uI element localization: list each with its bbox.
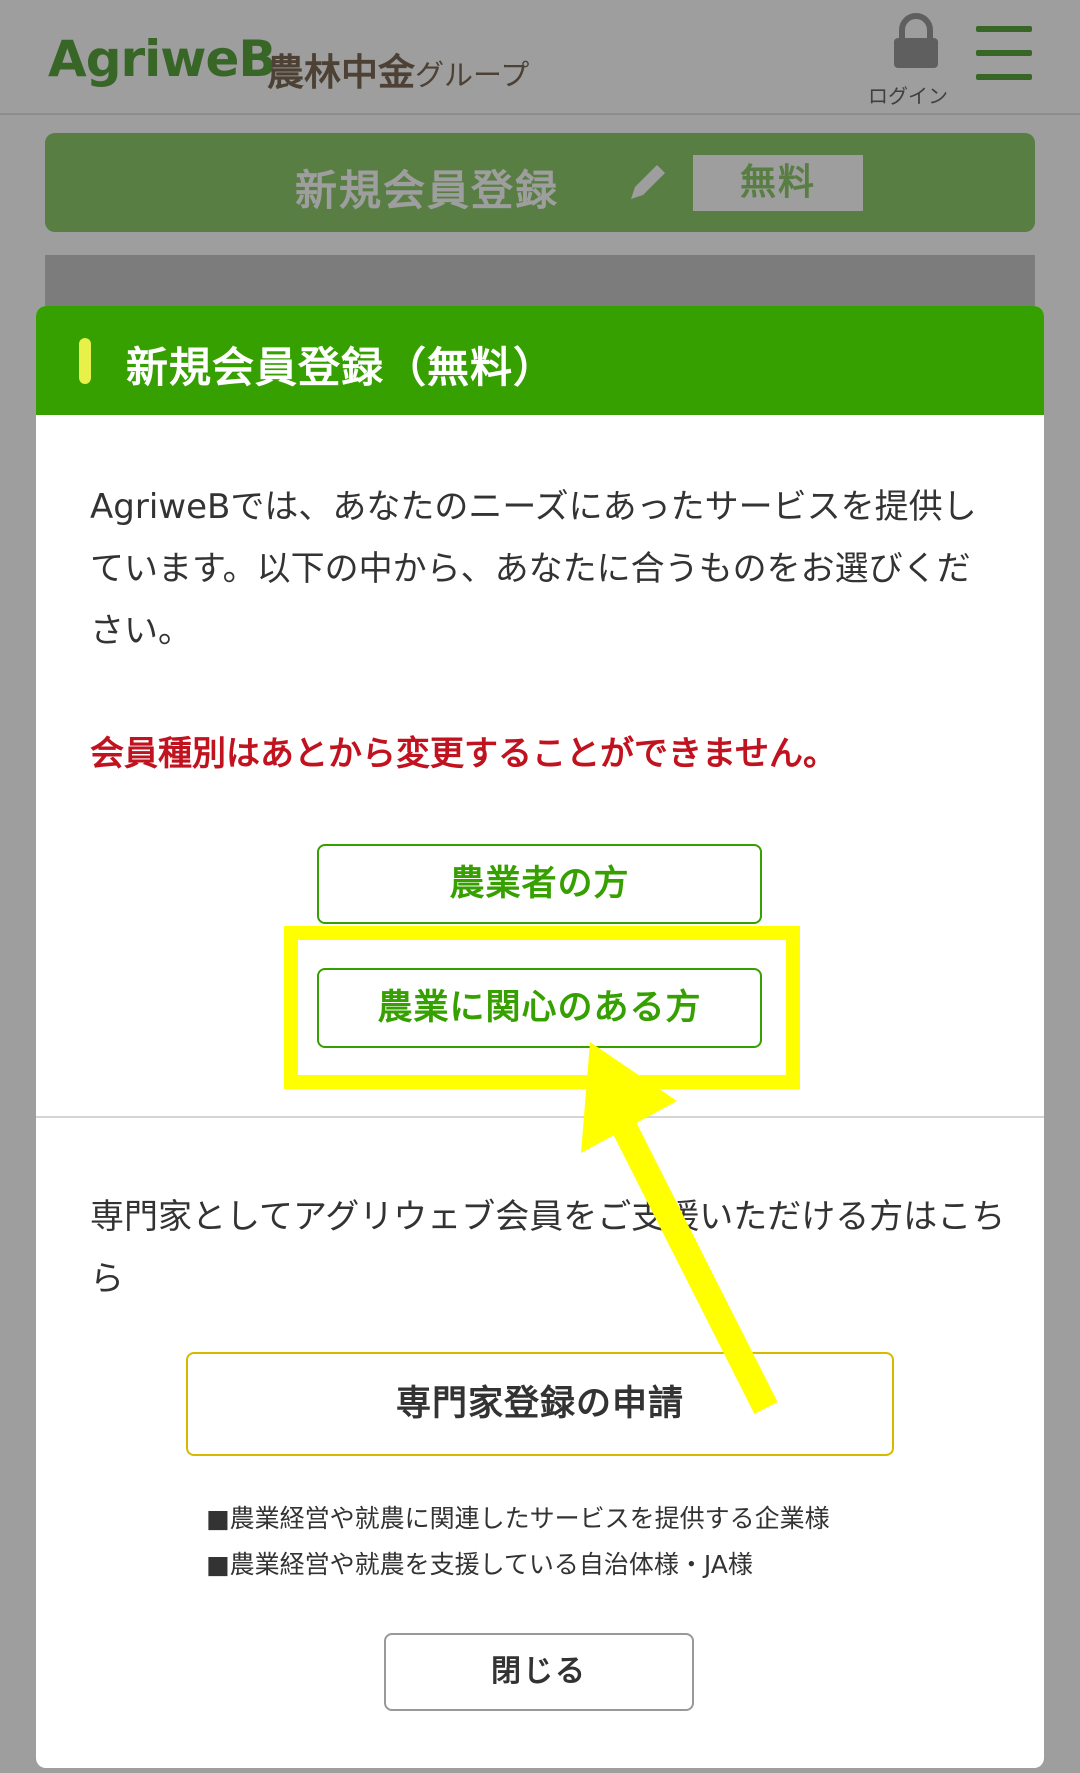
warning-text: 会員種別はあとから変更することができません。 [90, 734, 837, 774]
expert-note-item: ■農業経営や就農に関連したサービスを提供する企業様 [206, 1504, 830, 1533]
close-button[interactable]: 閉じる [384, 1633, 694, 1711]
expert-intro-text: 専門家としてアグリウェブ会員をご支援いただける方はこちら [90, 1197, 1006, 1299]
farmer-button[interactable]: 農業者の方 [317, 844, 762, 924]
registration-modal: 新規会員登録（無料） AgriweBでは、あなたのニーズにあったサービスを提供し… [36, 306, 1044, 1768]
modal-header: 新規会員登録（無料） [36, 306, 1044, 415]
expert-notes: ■農業経営や就農に関連したサービスを提供する企業様 ■農業経営や就農を支援してい… [206, 1496, 946, 1588]
header-accent-bar [79, 338, 91, 384]
divider [36, 1116, 1044, 1118]
modal-title: 新規会員登録（無料） [126, 343, 557, 392]
highlight-annotation-box [284, 926, 800, 1089]
expert-note-item: ■農業経営や就農を支援している自治体様・JA様 [206, 1550, 753, 1579]
intro-text: AgriweBでは、あなたのニーズにあったサービスを提供しています。以下の中から… [90, 487, 977, 651]
expert-registration-button[interactable]: 専門家登録の申請 [186, 1352, 894, 1456]
